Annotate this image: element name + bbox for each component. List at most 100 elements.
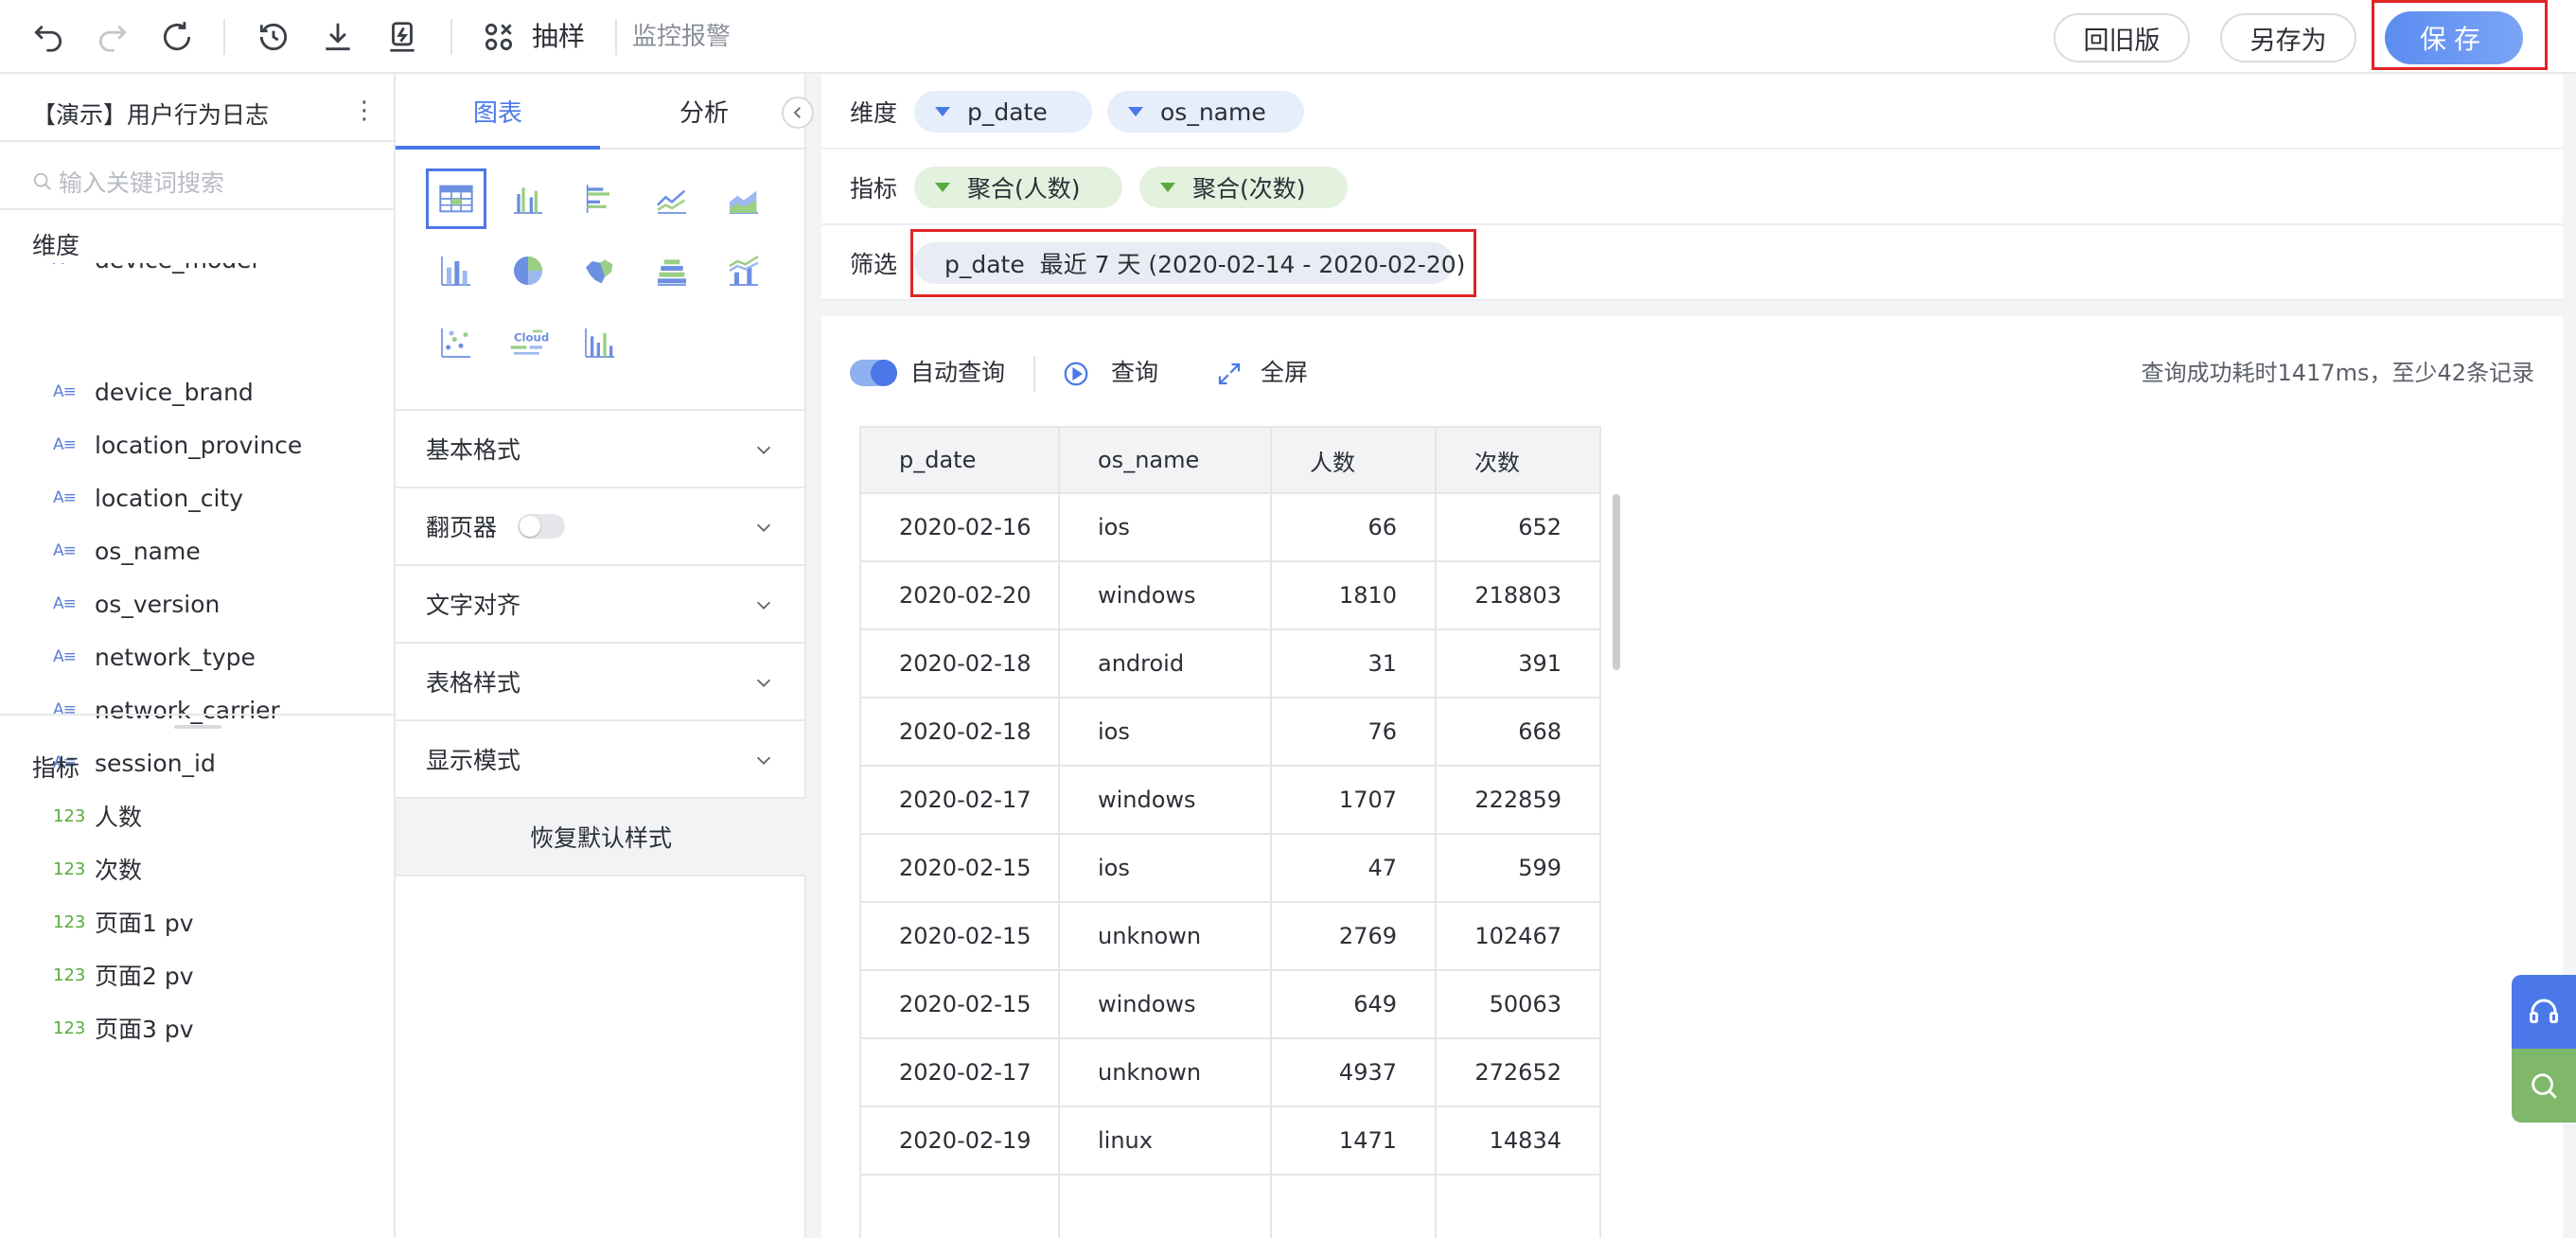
dimension-pill[interactable]: os_name [1107,91,1304,133]
fullscreen-icon[interactable] [1215,360,1244,388]
table-row: 2020-02-18 android 31 391 [859,628,1601,699]
result-table: p_date os_name 人数 次数 2020-02-16 ios 66 652 … [859,426,1601,1238]
headset-icon [2530,999,2558,1023]
number-type-icon: 123 [53,858,86,879]
dimension-item[interactable]: A≡ os_version [53,587,220,621]
metric-config-row: 指标 聚合(人数) 聚合(次数) [821,150,2563,225]
pagination-toggle[interactable] [518,514,566,539]
word-cloud-icon[interactable]: Cloud [498,312,558,373]
query-status-text: 查询成功耗时1417ms，至少42条记录 [2141,360,2535,386]
undo-icon[interactable] [28,17,68,57]
dimension-item[interactable]: A≡ device_brand [53,375,254,409]
dimension-item[interactable]: A≡ location_city [53,481,243,515]
chevron-down-icon [756,601,771,610]
auto-query-toggle[interactable] [850,360,897,386]
dataset-title[interactable]: 【演示】用户行为日志 [32,97,269,131]
tab-analysis[interactable]: 分析 [602,74,806,150]
metric-item[interactable]: 123 页面2 pv [53,958,194,992]
redo-icon[interactable] [93,17,132,57]
auto-query-label: 自动查询 [910,359,1006,386]
dimension-config-row: 维度 p_date os_name [821,74,2563,150]
chart-settings-panel: 图表 分析 Cloud 基本格式 翻页器 文字对齐 表格样式 显示模式 恢复默认… [396,74,806,1238]
dimension-config-label: 维度 [850,99,898,127]
combo-chart-icon[interactable] [426,240,486,301]
number-type-icon: 123 [53,964,86,985]
dimension-list: A≡device_model A≡device_brand A≡location… [0,263,394,787]
scatter-chart-icon[interactable] [426,312,486,373]
history-icon[interactable] [254,17,293,57]
bar-line-chart-icon[interactable] [714,240,774,301]
text-type-icon: A≡ [53,594,77,613]
table-row: 2020-02-19 linux 1471 14834 [859,1105,1601,1176]
restore-default-style-button[interactable]: 恢复默认样式 [396,797,806,876]
save-as-button[interactable]: 另存为 [2220,13,2356,62]
setting-table-style[interactable]: 表格样式 [396,642,806,719]
metric-item[interactable]: 123 页面1 pv [53,905,194,939]
line-chart-icon[interactable] [642,168,702,229]
search-icon [33,172,51,190]
table-scrollbar[interactable] [1613,494,1620,670]
table-row: 2020-02-20 windows 1810 218803 [859,560,1601,630]
chevron-down-icon [756,446,771,454]
dimension-item[interactable]: A≡ network_type [53,640,256,674]
collapse-panel-button[interactable] [782,97,814,129]
grouped-bar-chart-icon[interactable] [498,168,558,229]
metric-pill[interactable]: 聚合(人数) [914,167,1122,208]
number-type-icon: 123 [53,1017,86,1038]
stacked-bar-chart-icon[interactable] [642,240,702,301]
metric-item[interactable]: 123 次数 [53,852,142,886]
metric-pill[interactable]: 聚合(次数) [1139,167,1348,208]
column-header[interactable]: 次数 [1435,426,1601,494]
search-icon [2532,1073,2557,1099]
table-row: 2020-02-15 windows 649 50063 [859,969,1601,1039]
dimension-item[interactable]: A≡device_model [53,263,257,276]
histogram-chart-icon[interactable] [570,312,630,373]
sample-icon[interactable] [479,17,519,57]
query-button[interactable]: 查询 [1111,356,1158,390]
play-icon[interactable] [1062,360,1090,388]
chevron-down-icon [756,523,771,532]
dimension-pill[interactable]: p_date [914,91,1092,133]
pie-chart-icon[interactable] [498,240,558,301]
panel-resize-handle[interactable] [174,725,221,729]
text-type-icon: A≡ [53,263,95,269]
dimensions-section-label: 维度 [32,232,80,259]
metric-item[interactable]: 123 页面3 pv [53,1011,194,1045]
table-chart-icon[interactable] [426,168,486,229]
more-icon[interactable]: ⋮ [352,97,377,125]
customer-service-button[interactable] [2512,975,2576,1049]
table-row: 2020-02-15 unknown 2769 102467 [859,901,1601,971]
download-icon[interactable] [318,17,358,57]
setting-basic-format[interactable]: 基本格式 [396,409,806,486]
setting-text-align[interactable]: 文字对齐 [396,564,806,642]
main-content: 维度 p_date os_name 指标 聚合(人数) 聚合(次数) 筛选 p_… [806,74,2576,1238]
fullscreen-button[interactable]: 全屏 [1261,356,1308,390]
push-alert-icon[interactable] [382,17,422,57]
metric-item[interactable]: 123 人数 [53,799,142,833]
metric-config-label: 指标 [850,175,898,203]
monitor-alert-label[interactable]: 监控报警 [632,17,731,57]
map-chart-icon[interactable] [570,240,630,301]
revert-version-button[interactable]: 回旧版 [2054,13,2190,62]
sample-label[interactable]: 抽样 [532,17,585,57]
dimension-item[interactable]: A≡ location_province [53,428,302,462]
dimension-item[interactable]: A≡ network_carrier [53,693,280,727]
column-header[interactable]: p_date [859,426,1060,494]
side-search-button[interactable] [2512,1049,2576,1123]
chevron-down-icon [756,679,771,687]
area-chart-icon[interactable] [714,168,774,229]
table-row: 2020-02-16 ios 66 652 [859,492,1601,562]
setting-pagination[interactable]: 翻页器 [396,486,806,564]
tab-chart[interactable]: 图表 [396,74,600,150]
text-type-icon: A≡ [53,435,77,454]
setting-display-mode[interactable]: 显示模式 [396,719,806,797]
refresh-icon[interactable] [157,17,197,57]
metrics-section-label: 指标 [32,754,80,782]
column-header[interactable]: os_name [1058,426,1272,494]
column-header[interactable]: 人数 [1270,426,1437,494]
horizontal-bar-chart-icon[interactable] [570,168,630,229]
dimension-item[interactable]: A≡ os_name [53,534,201,568]
field-search-input[interactable]: 输入关键词搜索 [32,163,373,201]
query-result-panel: 自动查询 查询 全屏 查询成功耗时1417ms，至少42条记录 p_date o… [821,316,2563,1238]
panel-tabs: 图表 分析 [396,74,806,150]
